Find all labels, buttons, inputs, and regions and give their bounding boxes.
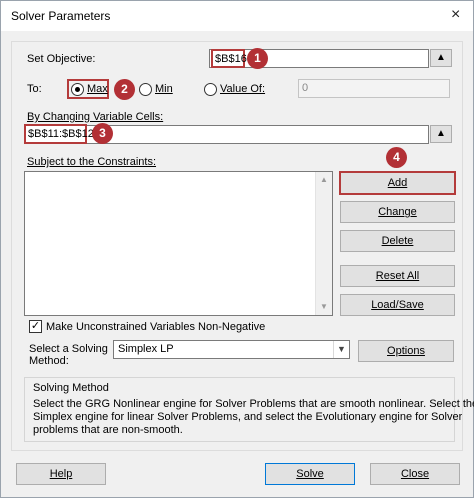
main-frame <box>11 41 463 451</box>
solver-parameters-dialog: Solver Parameters × Set Objective: $B$16… <box>0 0 474 498</box>
close-button[interactable]: Close <box>370 463 460 485</box>
help-label: Help <box>49 468 73 480</box>
close-label: Close <box>400 468 430 480</box>
help-button[interactable]: Help <box>16 463 106 485</box>
close-icon[interactable]: × <box>451 6 460 24</box>
title-bar: Solver Parameters × <box>1 1 473 31</box>
solve-button[interactable]: Solve <box>265 463 355 485</box>
window-title: Solver Parameters <box>11 9 111 23</box>
solve-label: Solve <box>296 468 324 480</box>
